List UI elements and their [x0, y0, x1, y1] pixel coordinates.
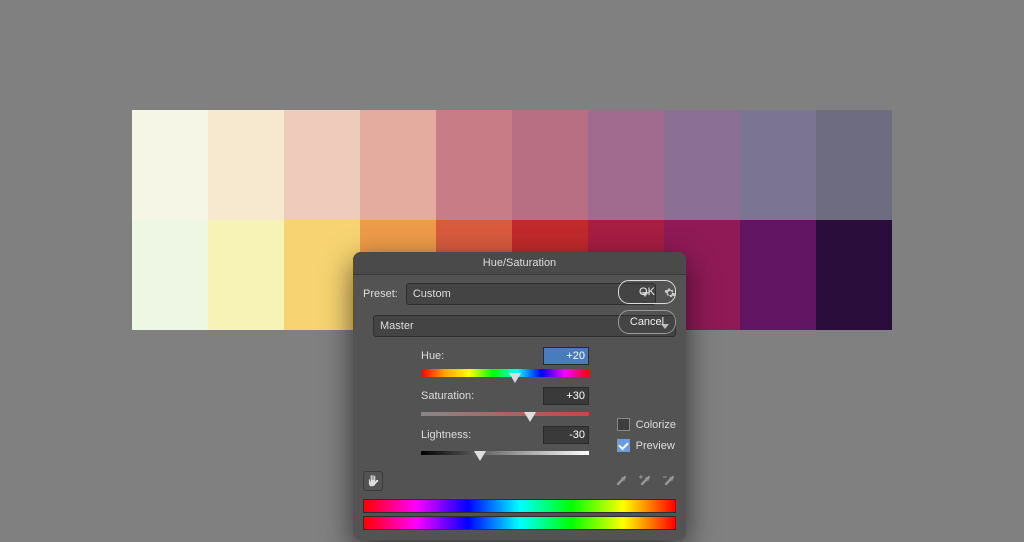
swatch [360, 110, 436, 220]
swatch [740, 220, 816, 330]
lightness-label: Lightness: [421, 429, 471, 441]
preset-label: Preset: [363, 288, 398, 300]
preview-label: Preview [636, 440, 675, 452]
lightness-input[interactable]: -30 [543, 426, 589, 444]
eyedropper-icon[interactable] [614, 474, 628, 488]
swatch [208, 220, 284, 330]
swatch [664, 110, 740, 220]
slider-thumb[interactable] [509, 373, 521, 383]
dialog-title[interactable]: Hue/Saturation [353, 252, 686, 275]
saturation-control: Saturation: +30 [373, 387, 591, 416]
hue-input[interactable]: +20 [543, 347, 589, 365]
swatch [208, 110, 284, 220]
hand-tool-icon[interactable] [363, 471, 383, 491]
swatch [740, 110, 816, 220]
colorize-label: Colorize [636, 419, 676, 431]
preview-checkbox[interactable]: Preview [617, 439, 676, 452]
lightness-slider[interactable] [421, 451, 589, 455]
swatch [816, 220, 892, 330]
lightness-control: Lightness: -30 [373, 426, 591, 455]
eyedropper-subtract-icon[interactable] [662, 474, 676, 488]
preset-value: Custom [413, 288, 451, 300]
hue-control: Hue: +20 [373, 347, 591, 377]
swatch [132, 220, 208, 330]
saturation-slider[interactable] [421, 412, 589, 416]
swatch [284, 110, 360, 220]
ok-button[interactable]: OK [618, 280, 676, 304]
cancel-button[interactable]: Cancel [618, 310, 676, 334]
palette-row-1 [132, 110, 892, 220]
swatch [436, 110, 512, 220]
range-value: Master [380, 320, 414, 332]
checkbox-checked-icon [617, 439, 630, 452]
saturation-label: Saturation: [421, 390, 474, 402]
hue-saturation-dialog: Hue/Saturation Preset: Custom OK Cancel … [353, 252, 686, 540]
swatch [284, 220, 360, 330]
swatch [816, 110, 892, 220]
eyedropper-add-icon[interactable] [638, 474, 652, 488]
colorize-checkbox[interactable]: Colorize [617, 418, 676, 431]
checkbox-icon [617, 418, 630, 431]
hue-slider[interactable] [421, 369, 589, 377]
hue-label: Hue: [421, 350, 444, 362]
spectrum-bar-input[interactable] [363, 499, 676, 513]
saturation-input[interactable]: +30 [543, 387, 589, 405]
slider-thumb[interactable] [474, 451, 486, 461]
spectrum-bar-output [363, 516, 676, 530]
swatch [588, 110, 664, 220]
swatch [132, 110, 208, 220]
swatch [512, 110, 588, 220]
slider-thumb[interactable] [524, 412, 536, 422]
